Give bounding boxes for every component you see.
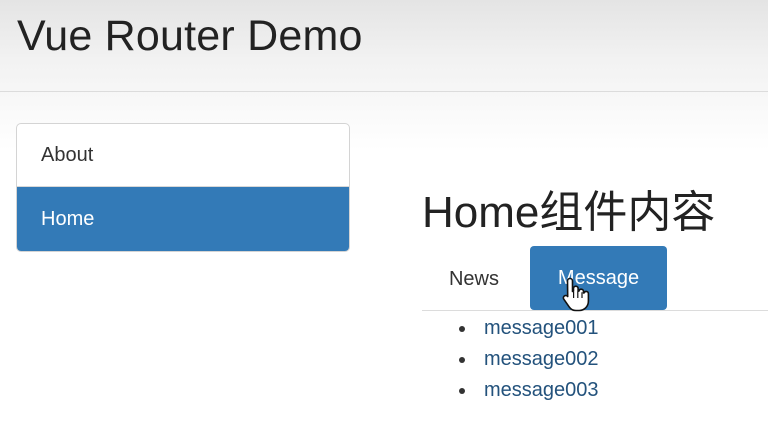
list-item: message001 bbox=[456, 313, 599, 344]
bullet-icon bbox=[459, 326, 465, 332]
message-list: message001 message002 message003 bbox=[456, 313, 599, 406]
sidebar-item-about[interactable]: About bbox=[17, 124, 349, 187]
list-item: message003 bbox=[456, 375, 599, 406]
tab-divider bbox=[422, 310, 768, 311]
sidebar-nav: About Home bbox=[16, 123, 350, 252]
tab-news[interactable]: News bbox=[431, 247, 517, 311]
message-link[interactable]: message003 bbox=[484, 379, 599, 401]
sidebar-item-home[interactable]: Home bbox=[17, 187, 349, 251]
page-header: Vue Router Demo bbox=[0, 0, 768, 92]
tab-message[interactable]: Message bbox=[530, 246, 667, 310]
hand-pointer-icon bbox=[562, 277, 590, 312]
home-heading: Home组件内容 bbox=[422, 188, 716, 237]
message-link[interactable]: message001 bbox=[484, 317, 599, 339]
bullet-icon bbox=[459, 388, 465, 394]
message-link[interactable]: message002 bbox=[484, 348, 599, 370]
page-title: Vue Router Demo bbox=[17, 12, 363, 60]
list-item: message002 bbox=[456, 344, 599, 375]
bullet-icon bbox=[459, 357, 465, 363]
